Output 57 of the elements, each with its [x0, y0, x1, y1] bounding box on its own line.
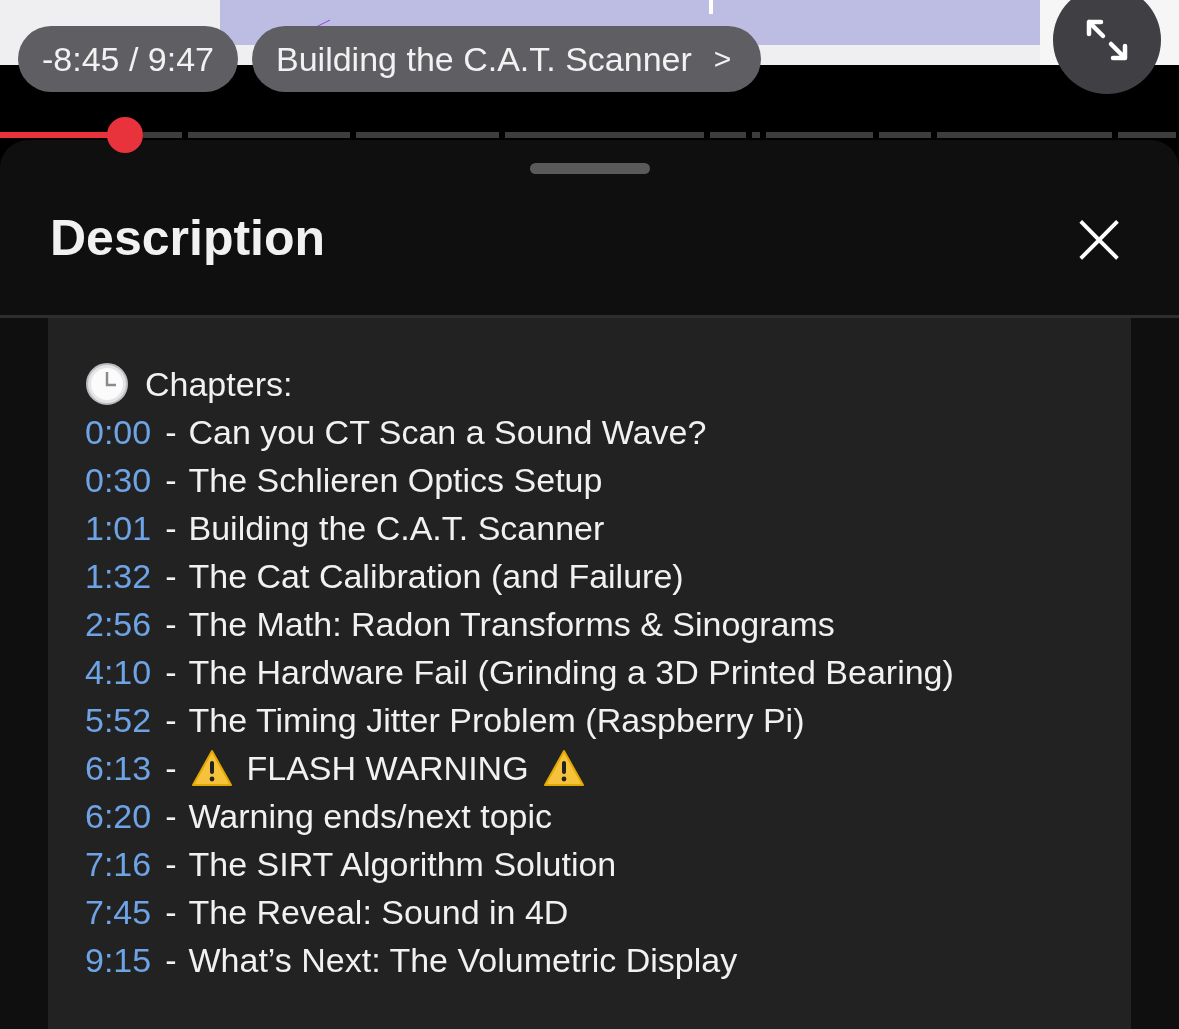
timestamp-link[interactable]: 2:56 [85, 604, 152, 644]
separator-dash: - [165, 940, 177, 980]
separator-dash: - [165, 556, 177, 596]
chapter-segment[interactable] [766, 132, 873, 138]
time-pill[interactable]: -8:45 / 9:47 [18, 26, 238, 92]
timestamp-link[interactable]: 1:01 [85, 508, 152, 548]
separator-dash: - [165, 700, 177, 740]
chapter-title: Can you CT Scan a Sound Wave? [188, 412, 707, 452]
chapter-segment[interactable] [936, 132, 1112, 138]
timestamp-link[interactable]: 9:15 [85, 940, 152, 980]
chapter-segment[interactable] [1117, 132, 1176, 138]
chapter-segment[interactable] [752, 132, 761, 138]
separator-dash: - [165, 748, 177, 788]
chapter-title: The Hardware Fail (Grinding a 3D Printed Bearing) [188, 652, 954, 692]
timestamp-link[interactable]: 5:52 [85, 700, 152, 740]
expand-icon [1085, 18, 1129, 62]
drag-handle[interactable] [529, 163, 650, 174]
timestamp-link[interactable]: 0:30 [85, 460, 152, 500]
chapter-title: The Cat Calibration (and Failure) [188, 556, 684, 596]
chapter-title: The Math: Radon Transforms & Sinograms [188, 604, 835, 644]
chapter-segment[interactable] [505, 132, 704, 138]
chapter-title: Warning ends/next topic [188, 796, 552, 836]
chapter-segment[interactable] [710, 132, 747, 138]
progress-bar[interactable] [0, 117, 1179, 153]
timestamp-link[interactable]: 7:16 [85, 844, 152, 884]
chapter-segment[interactable] [187, 132, 351, 138]
chapter-title: Building the C.A.T. Scanner [188, 508, 605, 548]
separator-dash: - [165, 604, 177, 644]
warning-icon [190, 749, 233, 787]
chapter-segment[interactable] [356, 132, 500, 138]
chapter-title: The Timing Jitter Problem (Raspberry Pi) [188, 700, 805, 740]
progress-thumb[interactable] [106, 117, 143, 153]
timestamp-link[interactable]: 6:20 [85, 796, 152, 836]
timestamp-link[interactable]: 4:10 [85, 652, 152, 692]
warning-icon [542, 749, 585, 787]
chapter-segment[interactable] [878, 132, 931, 138]
timestamp-link[interactable]: 0:00 [85, 412, 152, 452]
chapters-heading: Chapters: [145, 364, 293, 404]
separator-dash: - [165, 508, 177, 548]
sheet-title: Description [50, 209, 326, 267]
separator-dash: - [165, 460, 177, 500]
separator-dash: - [165, 844, 177, 884]
timestamp-link[interactable]: 7:45 [85, 892, 152, 932]
chapter-title: The Reveal: Sound in 4D [188, 892, 569, 932]
chapter-title: FLASH WARNING [246, 748, 529, 788]
chapter-title: The Schlieren Optics Setup [188, 460, 603, 500]
separator-dash: - [165, 652, 177, 692]
chapter-title: What’s Next: The Volumetric Display [188, 940, 738, 980]
timestamp-link[interactable]: 6:13 [85, 748, 152, 788]
timestamp-link[interactable]: 1:32 [85, 556, 152, 596]
separator-dash: - [165, 412, 177, 452]
close-button[interactable]: × [1067, 200, 1131, 276]
chapter-button[interactable]: Building the C.A.T. Scanner > [252, 26, 762, 92]
chapter-title: The SIRT Algorithm Solution [188, 844, 617, 884]
separator-dash: - [165, 796, 177, 836]
clock-icon [85, 362, 129, 406]
separator-dash: - [165, 892, 177, 932]
